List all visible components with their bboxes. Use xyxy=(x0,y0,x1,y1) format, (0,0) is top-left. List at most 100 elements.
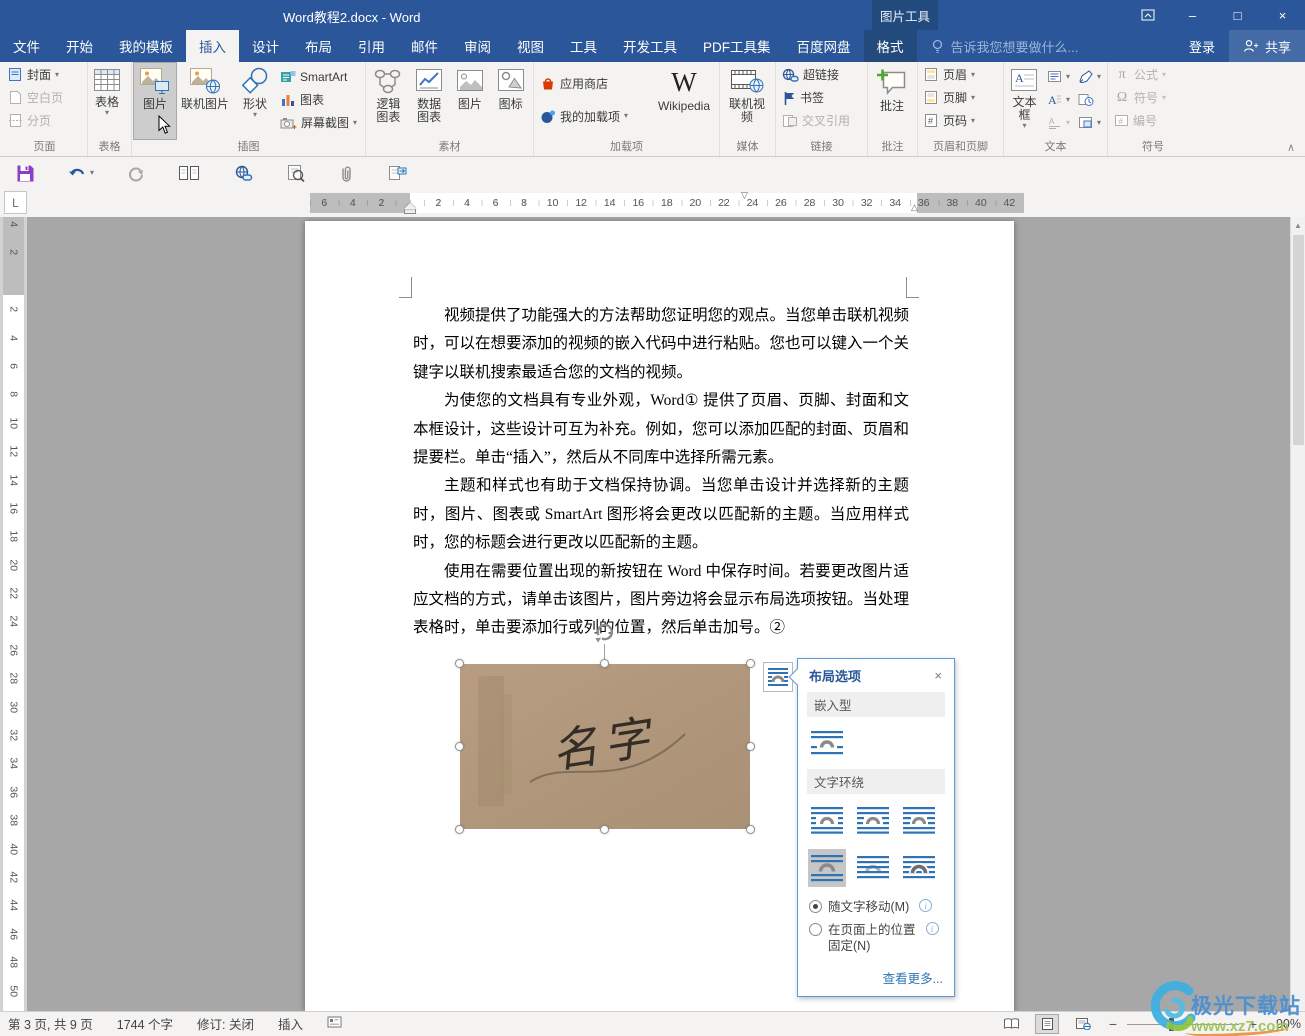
comment-button[interactable]: 批注 xyxy=(870,63,914,139)
footer-button[interactable]: 页脚 ▾ xyxy=(920,86,979,109)
resize-handle-e[interactable] xyxy=(746,742,755,751)
resize-handle-sw[interactable] xyxy=(455,825,464,834)
minimize-button[interactable]: – xyxy=(1170,0,1215,30)
ribbon-tab[interactable]: 审阅 xyxy=(451,30,504,62)
header-button[interactable]: 页眉 ▾ xyxy=(920,63,979,86)
smartart-button[interactable]: SmartArt xyxy=(276,65,351,88)
ribbon-tab[interactable]: 插入 xyxy=(186,30,239,62)
picture-asset-button[interactable]: 图片 xyxy=(450,63,491,139)
fix-position-radio[interactable]: 在页面上的位置 固定(N) i xyxy=(809,922,943,954)
ribbon-tab[interactable]: 开发工具 xyxy=(610,30,690,62)
ribbon-tab[interactable]: 工具 xyxy=(557,30,610,62)
ribbon-tab[interactable]: 视图 xyxy=(504,30,557,62)
object-button[interactable]: ▾ xyxy=(1074,111,1105,134)
shapes-button[interactable]: 形状 ▾ xyxy=(234,63,276,139)
word-count[interactable]: 1744 个字 xyxy=(117,1014,173,1033)
page-forward-button[interactable] xyxy=(387,164,407,182)
scrollbar-thumb[interactable] xyxy=(1293,235,1304,445)
resize-handle-s[interactable] xyxy=(600,825,609,834)
cover-page-button[interactable]: 封面 ▾ xyxy=(4,63,63,86)
wrap-in-front-option[interactable] xyxy=(900,849,938,887)
text-box-button[interactable]: A 文本框 ▾ xyxy=(1006,63,1043,139)
rotation-handle[interactable] xyxy=(593,621,616,649)
ribbon-tab[interactable]: 设计 xyxy=(239,30,292,62)
cross-reference-button[interactable]: 交叉引用 xyxy=(778,109,854,132)
drop-cap-button[interactable]: A ▾ xyxy=(1043,88,1074,111)
redo-button[interactable] xyxy=(127,165,145,182)
maximize-button[interactable]: □ xyxy=(1215,0,1260,30)
move-with-text-radio[interactable]: 随文字移动(M) i xyxy=(809,899,943,915)
web-layout-button[interactable] xyxy=(1071,1014,1095,1034)
see-more-link[interactable]: 查看更多... xyxy=(883,972,943,986)
blank-page-button[interactable]: 空白页 xyxy=(4,86,67,109)
resize-handle-ne[interactable] xyxy=(746,659,755,668)
page-indicator[interactable]: 第 3 页, 共 9 页 xyxy=(8,1014,93,1033)
tell-me-box[interactable]: 告诉我您想要做什么... xyxy=(931,30,1078,62)
close-button[interactable]: × xyxy=(1260,0,1305,30)
ribbon-tab[interactable]: 邮件 xyxy=(398,30,451,62)
resize-handle-nw[interactable] xyxy=(455,659,464,668)
wordart-button[interactable]: ▾ xyxy=(1074,65,1105,88)
screenshot-button[interactable]: 屏幕截图 ▾ xyxy=(276,111,361,134)
signature-line-button[interactable]: A ▾ xyxy=(1043,111,1074,134)
left-indent-marker[interactable] xyxy=(404,203,416,214)
print-preview-button[interactable] xyxy=(286,164,305,182)
print-layout-button[interactable] xyxy=(1035,1013,1059,1034)
tab-stop-selector[interactable]: L xyxy=(4,191,27,214)
page-break-button[interactable]: 分页 xyxy=(4,109,55,132)
ribbon-tab[interactable]: 布局 xyxy=(292,30,345,62)
two-page-view-button[interactable] xyxy=(178,165,200,181)
data-chart-button[interactable]: 数据图表 xyxy=(409,63,450,139)
numbering-button[interactable]: # 编号 xyxy=(1110,109,1161,132)
ribbon-tab[interactable]: 格式 xyxy=(863,30,917,62)
bookmark-button[interactable]: 书签 xyxy=(778,86,828,109)
first-line-indent-marker[interactable]: ▽ xyxy=(741,190,748,201)
insert-picture-button[interactable]: 图片 xyxy=(133,62,177,140)
selected-image[interactable]: 名字 xyxy=(455,623,755,834)
resize-handle-w[interactable] xyxy=(455,742,464,751)
vertical-scrollbar[interactable]: ▲ xyxy=(1290,217,1305,1011)
zoom-out-button[interactable]: − xyxy=(1107,1016,1119,1032)
date-time-button[interactable] xyxy=(1074,88,1098,111)
sign-in-button[interactable]: 登录 xyxy=(1175,37,1229,56)
wrap-behind-text-option[interactable] xyxy=(854,849,892,887)
ribbon-tab[interactable]: 文件 xyxy=(0,30,53,62)
scroll-up-icon[interactable]: ▲ xyxy=(1291,217,1305,230)
ribbon-tab[interactable]: 开始 xyxy=(53,30,106,62)
page-number-button[interactable]: # 页码 ▾ xyxy=(920,109,979,132)
resize-handle-se[interactable] xyxy=(746,825,755,834)
logic-chart-button[interactable]: 逻辑图表 xyxy=(368,63,409,139)
vertical-ruler[interactable]: 4 2 2 4 6 8 10 12 14 16 18 20 22 24 26 28 30 32 34 36 38 40 42… xyxy=(0,217,27,1011)
hyperlink-button[interactable]: 超链接 xyxy=(778,63,843,86)
document-page[interactable]: 视频提供了功能强大的方法帮助您证明您的观点。当您单击联机视频时，可以在想要添加的… xyxy=(305,221,1014,1011)
chart-button[interactable]: 图表 xyxy=(276,88,328,111)
quick-parts-button[interactable]: ▾ xyxy=(1043,65,1074,88)
wrap-top-bottom-option[interactable] xyxy=(808,849,846,887)
wrap-tight-option[interactable] xyxy=(854,801,892,839)
save-button[interactable] xyxy=(16,164,35,183)
share-button[interactable]: 共享 xyxy=(1228,30,1305,62)
web-link-button[interactable] xyxy=(233,165,253,182)
undo-button[interactable]: ▾ xyxy=(68,165,94,181)
attachment-button[interactable] xyxy=(338,164,354,183)
collapse-ribbon-button[interactable]: ∧ xyxy=(1287,141,1295,154)
my-addins-button[interactable]: 我的加载项 ▾ xyxy=(536,105,632,128)
ribbon-tab[interactable]: PDF工具集 xyxy=(690,30,784,62)
store-button[interactable]: 应用商店 xyxy=(536,72,612,95)
wrap-through-option[interactable] xyxy=(900,801,938,839)
ribbon-tab[interactable]: 百度网盘 xyxy=(784,30,864,62)
resize-handle-n[interactable] xyxy=(600,659,609,668)
icon-asset-button[interactable]: 图标 xyxy=(490,63,531,139)
read-mode-button[interactable] xyxy=(999,1014,1023,1034)
wrap-square-option[interactable] xyxy=(808,801,846,839)
insert-mode[interactable]: 插入 xyxy=(278,1014,303,1033)
track-changes-status[interactable]: 修订: 关闭 xyxy=(197,1014,254,1033)
macro-recording-button[interactable] xyxy=(327,1016,342,1031)
right-indent-marker[interactable]: △ xyxy=(911,202,918,213)
ribbon-tab[interactable]: 我的模板 xyxy=(106,30,186,62)
symbol-button[interactable]: Ω 符号 ▾ xyxy=(1110,86,1170,109)
horizontal-ruler[interactable]: 6 4 2 2 4 6 8 10 12 14 16 18 20 22 24 26 28 30 32 34 36 38 40 4… xyxy=(310,190,1024,214)
ribbon-display-options-button[interactable] xyxy=(1125,0,1170,30)
wrap-inline-option[interactable] xyxy=(808,724,846,762)
online-pictures-button[interactable]: 联机图片 xyxy=(176,63,234,139)
